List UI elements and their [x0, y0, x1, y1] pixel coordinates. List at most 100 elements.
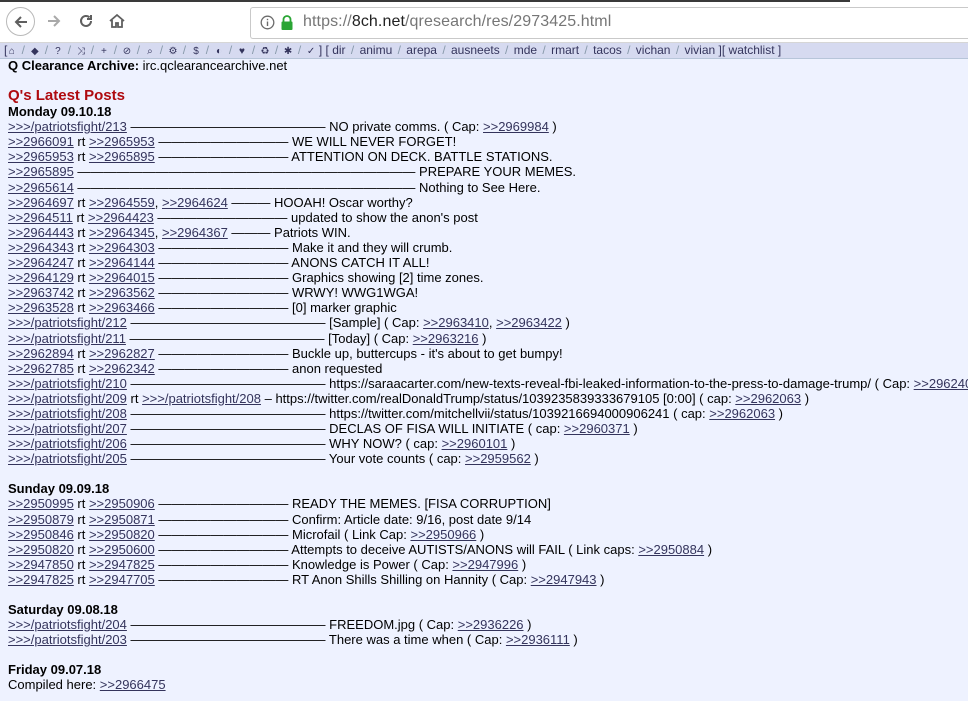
reply-link[interactable]: >>2947705 [89, 572, 155, 587]
post-link[interactable]: >>>/patriotsfight/212 [8, 315, 127, 330]
cap-link[interactable]: >>2960371 [564, 421, 630, 436]
post-link[interactable]: >>2950995 [8, 496, 74, 511]
cap-link[interactable]: >>2947943 [531, 572, 597, 587]
reply-link[interactable]: >>2965895 [89, 149, 155, 164]
reply-link[interactable]: >>>/patriotsfight/208 [142, 391, 261, 406]
post-link[interactable]: >>2947850 [8, 557, 74, 572]
dash-rule: ——— [227, 194, 271, 210]
bug-icon[interactable]: ✱ [284, 44, 293, 58]
cap-link[interactable]: >>2962063 [709, 406, 775, 421]
tag-icon[interactable]: ◆ [30, 44, 39, 58]
board-list-bar: [⌂ / ◆ / ? / ⤨ / + / ⊘ / ⌕ / ⚙ / $ / ◐ /… [0, 43, 968, 59]
board-separator: / [179, 43, 190, 57]
post-link[interactable]: >>2964511 [8, 210, 73, 225]
post-link[interactable]: >>2947825 [8, 572, 74, 587]
cap-link[interactable]: >>2960101 [442, 436, 508, 451]
board-link-mde[interactable]: mde [514, 43, 537, 57]
reply-link[interactable]: >>2947825 [89, 557, 155, 572]
post-link[interactable]: >>>/patriotsfight/210 [8, 376, 127, 391]
reply-link[interactable]: >>2963466 [89, 300, 155, 315]
row-tail: ) [704, 541, 713, 557]
recycle-icon[interactable]: ♻ [261, 44, 270, 58]
board-link-arepa[interactable]: arepa [406, 43, 437, 57]
cap-link[interactable]: >>2963410 [423, 315, 489, 330]
cap-link[interactable]: >>2963422 [496, 315, 562, 330]
post-link[interactable]: >>2964247 [8, 255, 74, 270]
post-link[interactable]: >>2950820 [8, 542, 74, 557]
post-link[interactable]: >>2963528 [8, 300, 74, 315]
cap-link[interactable]: >>2963216 [413, 331, 479, 346]
cap-link[interactable]: >>2936226 [458, 617, 524, 632]
reply-link[interactable]: >>2950871 [89, 512, 155, 527]
rt-label: rt [73, 134, 89, 150]
board-link-dir[interactable]: dir [332, 43, 345, 57]
reply-link[interactable]: >>2962827 [89, 346, 155, 361]
reply-link[interactable]: >>2950820 [89, 527, 155, 542]
reply-link[interactable]: >>2964367 [162, 225, 228, 240]
cap-link[interactable]: >>2950966 [410, 527, 476, 542]
post-link[interactable]: >>2965895 [8, 164, 74, 179]
cap-link[interactable]: >>2959562 [465, 451, 531, 466]
info-icon[interactable] [260, 15, 275, 30]
twitter-icon[interactable]: ♥ [238, 44, 247, 58]
post-link[interactable]: >>2964343 [8, 240, 74, 255]
cap-link[interactable]: >>2969984 [483, 119, 549, 134]
post-link[interactable]: >>2965953 [8, 149, 74, 164]
reply-link[interactable]: >>2964144 [89, 255, 155, 270]
watchlist-link[interactable]: watchlist [729, 43, 775, 57]
post-link[interactable]: >>>/patriotsfight/208 [8, 406, 127, 421]
reply-link[interactable]: >>2965953 [89, 134, 155, 149]
reply-link[interactable]: >>2950600 [89, 542, 155, 557]
reply-link[interactable]: >>2964624 [162, 195, 228, 210]
dash-rule: —————————— [154, 239, 289, 255]
board-link-tacos[interactable]: tacos [593, 43, 622, 57]
post-link[interactable]: >>2962894 [8, 346, 74, 361]
post-link[interactable]: >>>/patriotsfight/209 [8, 391, 127, 406]
post-link[interactable]: >>>/patriotsfight/204 [8, 617, 127, 632]
post-link[interactable]: >>2950879 [8, 512, 74, 527]
cap-link[interactable]: >>2966475 [100, 677, 166, 692]
board-link-ausneets[interactable]: ausneets [451, 43, 500, 57]
home-button[interactable] [103, 7, 131, 35]
post-link[interactable]: >>>/patriotsfight/206 [8, 436, 127, 451]
post-link[interactable]: >>2963742 [8, 285, 74, 300]
reply-link[interactable]: >>2950906 [89, 496, 155, 511]
post-link[interactable]: >>2962785 [8, 361, 74, 376]
home-icon[interactable]: ⌂ [7, 44, 16, 58]
reload-button[interactable] [72, 7, 100, 35]
post-link[interactable]: >>2964129 [8, 270, 74, 285]
check-icon[interactable]: ✓ [307, 44, 316, 58]
reply-link[interactable]: >>2964345 [89, 225, 155, 240]
post-link[interactable]: >>2950846 [8, 527, 74, 542]
post-link[interactable]: >>>/patriotsfight/211 [8, 331, 126, 346]
post-link[interactable]: >>>/patriotsfight/207 [8, 421, 127, 436]
post-link[interactable]: >>2964697 [8, 195, 74, 210]
forward-button[interactable] [40, 7, 68, 35]
dash-rule: —————————— [153, 209, 288, 225]
board-link-vivian[interactable]: vivian [685, 43, 716, 57]
cap-link[interactable]: >>2936111 [506, 632, 570, 647]
reply-link[interactable]: >>2964423 [88, 210, 154, 225]
cap-link[interactable]: >>2950884 [638, 542, 704, 557]
reply-link[interactable]: >>2964303 [89, 240, 155, 255]
reply-link[interactable]: >>2962342 [89, 361, 155, 376]
board-link-animu[interactable]: animu [360, 43, 393, 57]
back-button[interactable] [6, 7, 35, 36]
reply-link[interactable]: >>2964559 [89, 195, 155, 210]
post-link[interactable]: >>>/patriotsfight/213 [8, 119, 127, 134]
cap-link[interactable]: >>2962063 [735, 391, 801, 406]
dash-rule: ——————————————— [126, 421, 326, 437]
post-link[interactable]: >>2966091 [8, 134, 74, 149]
post-link[interactable]: >>2965614 [8, 180, 74, 195]
post-link[interactable]: >>2964443 [8, 225, 74, 240]
cap-link[interactable]: >>2947996 [452, 557, 518, 572]
post-link[interactable]: >>>/patriotsfight/205 [8, 451, 127, 466]
reply-link[interactable]: >>2964015 [89, 270, 155, 285]
reply-link[interactable]: >>2963562 [89, 285, 155, 300]
address-bar[interactable]: https://8ch.net/qresearch/res/2973425.ht… [250, 7, 968, 39]
cap-link[interactable]: >>2962409 [914, 376, 968, 391]
board-link-rmart[interactable]: rmart [551, 43, 579, 57]
post-row: >>2964443 rt >>2964345, >>2964367 ——— Pa… [8, 225, 968, 240]
post-link[interactable]: >>>/patriotsfight/203 [8, 632, 127, 647]
board-link-vichan[interactable]: vichan [636, 43, 671, 57]
